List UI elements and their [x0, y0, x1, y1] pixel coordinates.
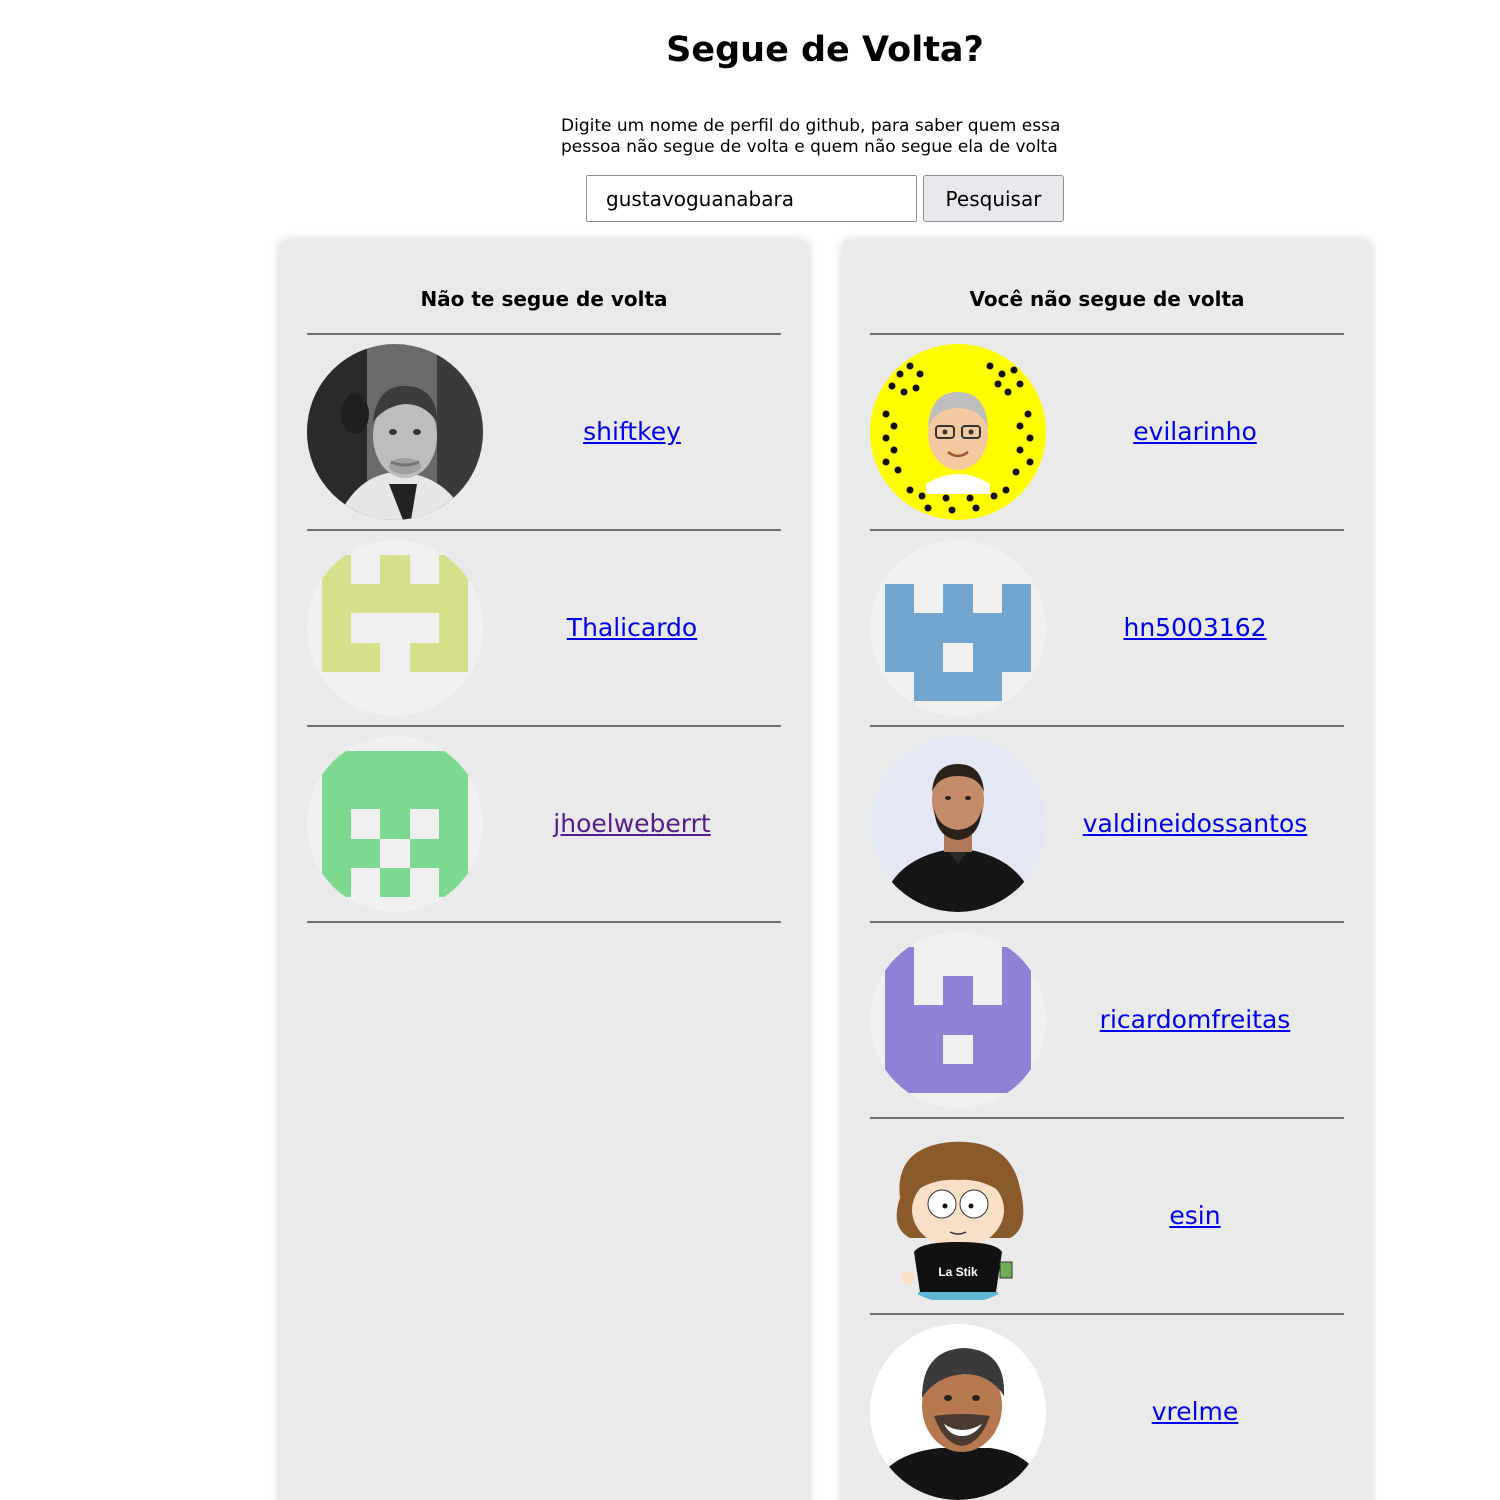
- user-link[interactable]: valdineidossantos: [1046, 727, 1344, 921]
- list-item: shiftkey: [307, 335, 781, 531]
- not-following-back-panel: Não te segue de volta shiftkey Thalicard…: [279, 240, 809, 1500]
- user-link[interactable]: jhoelweberrt: [483, 727, 781, 921]
- avatar: [307, 736, 483, 912]
- cartoon-avatar-icon: La Stik: [870, 1128, 1046, 1304]
- person-photo-icon: [870, 1324, 1046, 1500]
- list-item: Thalicardo: [307, 531, 781, 727]
- avatar: [870, 344, 1046, 520]
- user-link[interactable]: evilarinho: [1046, 335, 1344, 529]
- user-link[interactable]: hn5003162: [1046, 531, 1344, 725]
- list-item: ricardomfreitas: [870, 923, 1344, 1119]
- snapcode-bitmoji-icon: [870, 344, 1046, 520]
- user-link[interactable]: ricardomfreitas: [1046, 923, 1344, 1117]
- avatar: [307, 540, 483, 716]
- search-input[interactable]: [586, 175, 917, 222]
- avatar: [870, 932, 1046, 1108]
- cartoon-shirt-text: La Stik: [938, 1265, 978, 1279]
- user-link[interactable]: vrelme: [1046, 1315, 1344, 1500]
- avatar: [307, 344, 483, 520]
- list-item: valdineidossantos: [870, 727, 1344, 923]
- user-link[interactable]: Thalicardo: [483, 531, 781, 725]
- panel-title: Você não segue de volta: [969, 287, 1245, 311]
- search-button[interactable]: Pesquisar: [923, 175, 1064, 222]
- avatar: [870, 540, 1046, 716]
- avatar: [870, 736, 1046, 912]
- page-title: Segue de Volta?: [666, 30, 984, 70]
- person-photo-icon: [307, 344, 483, 520]
- user-list: evilarinho hn5003162 valdineidossantos r…: [870, 333, 1344, 1500]
- page-subtitle: Digite um nome de perfil do github, para…: [561, 116, 1061, 157]
- list-item: evilarinho: [870, 335, 1344, 531]
- avatar: [870, 1324, 1046, 1500]
- identicon-icon: [307, 540, 483, 716]
- you-dont-follow-back-panel: Você não segue de volta evilarinho hn500…: [842, 240, 1372, 1500]
- identicon-icon: [870, 540, 1046, 716]
- avatar: La Stik: [870, 1128, 1046, 1304]
- list-item: jhoelweberrt: [307, 727, 781, 923]
- list-item: vrelme: [870, 1315, 1344, 1500]
- search-form: Pesquisar: [586, 175, 1064, 222]
- user-link[interactable]: esin: [1046, 1119, 1344, 1313]
- user-link[interactable]: shiftkey: [483, 335, 781, 529]
- list-item: hn5003162: [870, 531, 1344, 727]
- identicon-icon: [307, 736, 483, 912]
- panel-title: Não te segue de volta: [420, 287, 668, 311]
- person-photo-icon: [870, 736, 1046, 912]
- page: Segue de Volta? Digite um nome de perfil…: [0, 0, 1500, 1500]
- list-item: La Stik esin: [870, 1119, 1344, 1315]
- user-list: shiftkey Thalicardo jhoelweberrt: [307, 333, 781, 923]
- identicon-icon: [870, 932, 1046, 1108]
